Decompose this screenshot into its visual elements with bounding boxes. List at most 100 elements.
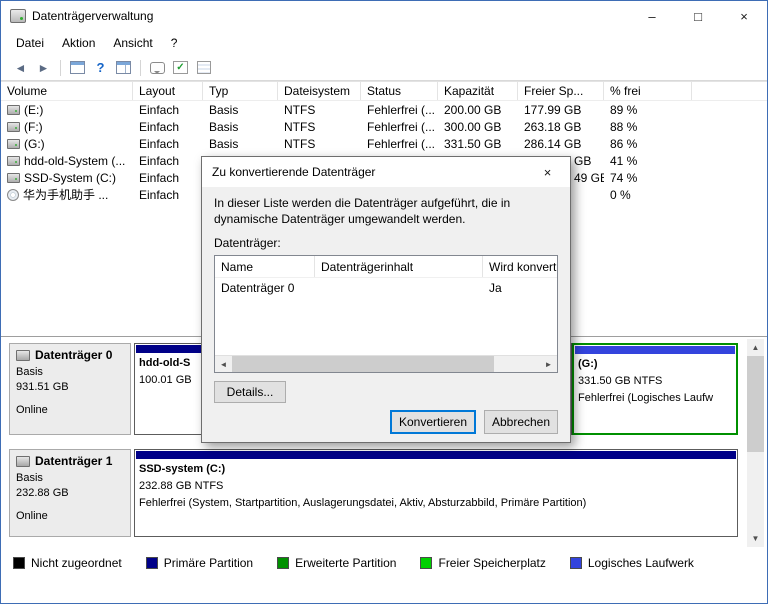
volume-name: (G:) <box>24 136 45 151</box>
window-title: Datenträgerverwaltung <box>32 9 154 23</box>
menu-help[interactable]: ? <box>162 32 187 54</box>
column-header-kapazitaet[interactable]: Kapazität <box>438 82 518 100</box>
titlebar: Datenträgerverwaltung – □ × <box>1 1 767 31</box>
drive-icon <box>16 349 30 361</box>
disk-size: 931.51 GB <box>16 381 69 393</box>
column-header-freier-speicher[interactable]: Freier Sp... <box>518 82 604 100</box>
volume-name: 华为手机助手 ... <box>23 188 109 202</box>
volume-cell: (G:) <box>1 135 133 152</box>
column-header-prozent-frei[interactable]: % frei <box>604 82 692 100</box>
column-header-dateisystem[interactable]: Dateisystem <box>278 82 361 100</box>
logical-drive-swatch <box>569 557 582 569</box>
dialog-row-converted: Ja <box>489 281 502 295</box>
freier-speicher-cell: 177.99 GB <box>524 102 582 117</box>
convert-button[interactable]: Konvertieren <box>390 410 476 434</box>
show-graphic-pane-icon[interactable] <box>112 57 135 79</box>
toolbar-separator <box>60 59 61 76</box>
check-disk-icon[interactable]: ✓ <box>169 57 192 79</box>
volume-disk-icon <box>7 172 20 183</box>
dialog-footer: Konvertieren Abbrechen <box>390 410 558 434</box>
action-bubble-icon[interactable] <box>146 57 169 79</box>
scroll-down-icon[interactable]: ▼ <box>747 530 764 547</box>
kapazitaet-cell: 300.00 GB <box>444 119 502 134</box>
legend-label: Primäre Partition <box>163 556 254 570</box>
partition-ssd-system-c[interactable]: SSD-system (C:) 232.88 GB NTFS Fehlerfre… <box>134 449 738 537</box>
help-icon[interactable]: ? <box>89 57 112 79</box>
maximize-button[interactable]: □ <box>675 1 721 31</box>
extended-partition-swatch <box>277 557 290 569</box>
properties-doc-icon[interactable] <box>192 57 215 79</box>
layout-cell: Einfach <box>139 153 180 168</box>
list-pane-icon <box>70 61 85 74</box>
layout-cell: Einfach <box>139 170 180 185</box>
kapazitaet-cell: 331.50 GB <box>444 136 502 151</box>
minimize-button[interactable]: – <box>629 1 675 31</box>
volume-cell: 华为手机助手 ... <box>1 186 133 203</box>
legend-label: Logisches Laufwerk <box>587 556 694 570</box>
prozent-frei-cell: 0 % <box>610 187 631 202</box>
menu-ansicht[interactable]: Ansicht <box>104 32 161 54</box>
prozent-frei-cell: 88 % <box>610 119 638 134</box>
dialog-column-content[interactable]: Datenträgerinhalt <box>315 256 483 277</box>
convert-disks-dialog: Zu konvertierende Datenträger × In diese… <box>201 156 571 443</box>
table-row[interactable]: (E:) Einfach Basis NTFS Fehlerfrei (... … <box>1 101 767 118</box>
legend-label: Nicht zugeordnet <box>31 556 122 570</box>
details-button[interactable]: Details... <box>214 381 286 403</box>
volume-disk-icon <box>7 121 20 132</box>
scroll-right-icon[interactable]: ► <box>540 356 557 372</box>
scrollbar-thumb[interactable] <box>747 356 764 452</box>
volume-disk-icon <box>7 104 20 115</box>
scrollbar-thumb[interactable] <box>232 356 494 372</box>
volume-name: SSD-System (C:) <box>24 170 117 185</box>
column-header-layout[interactable]: Layout <box>133 82 203 100</box>
freier-speicher-cell: 286.14 GB <box>524 136 582 151</box>
dialog-column-converted[interactable]: Wird konvertie <box>483 256 557 277</box>
disks-to-convert-list: Name Datenträgerinhalt Wird konvertie Da… <box>214 255 558 373</box>
disk0-label-box[interactable]: Datenträger 0 Basis 931.51 GB Online <box>9 343 131 435</box>
dialog-close-icon[interactable]: × <box>525 157 570 187</box>
dialog-list-label: Datenträger: <box>214 236 281 250</box>
column-header-volume[interactable]: Volume <box>1 82 133 100</box>
legend-logical-drive: Logisches Laufwerk <box>569 556 694 570</box>
column-header-status[interactable]: Status <box>361 82 438 100</box>
cd-drive-icon <box>7 188 19 201</box>
forward-icon[interactable]: ► <box>32 57 55 79</box>
typ-cell: Basis <box>209 136 239 151</box>
back-icon[interactable]: ◄ <box>9 57 32 79</box>
dialog-column-name[interactable]: Name <box>215 256 315 277</box>
partition-size: 232.88 GB NTFS <box>139 480 224 492</box>
logical-drive-strip <box>575 346 735 354</box>
typ-cell: Basis <box>209 119 239 134</box>
disk1-label-box[interactable]: Datenträger 1 Basis 232.88 GB Online <box>9 449 131 537</box>
dialog-row-name: Datenträger 0 <box>221 281 295 295</box>
cancel-button[interactable]: Abbrechen <box>484 410 558 434</box>
show-list-pane-icon[interactable] <box>66 57 89 79</box>
drive-icon <box>16 455 30 467</box>
partition-g-logical[interactable]: (G:) 331.50 GB NTFS Fehlerfrei (Logische… <box>572 343 738 435</box>
legend-unallocated: Nicht zugeordnet <box>13 556 122 570</box>
disk-type: Basis <box>16 472 43 484</box>
volume-list-header: Volume Layout Typ Dateisystem Status Kap… <box>1 82 767 101</box>
legend-primary-partition: Primäre Partition <box>145 556 254 570</box>
disk-management-window: Datenträgerverwaltung – □ × Datei Aktion… <box>0 0 768 604</box>
close-button[interactable]: × <box>721 1 767 31</box>
prozent-frei-cell: 74 % <box>610 170 638 185</box>
scroll-left-icon[interactable]: ◄ <box>215 356 232 372</box>
legend-label: Erweiterte Partition <box>295 556 397 570</box>
column-header-typ[interactable]: Typ <box>203 82 278 100</box>
primary-partition-strip <box>136 451 736 459</box>
window-controls: – □ × <box>629 1 767 31</box>
vertical-scrollbar[interactable]: ▲ ▼ <box>747 339 764 547</box>
menu-aktion[interactable]: Aktion <box>53 32 104 54</box>
scroll-up-icon[interactable]: ▲ <box>747 339 764 356</box>
dialog-titlebar: Zu konvertierende Datenträger × <box>202 157 570 187</box>
volume-cell: (F:) <box>1 118 133 135</box>
volume-disk-icon <box>7 155 20 166</box>
menu-datei[interactable]: Datei <box>7 32 53 54</box>
horizontal-scrollbar[interactable]: ◄ ► <box>215 355 557 372</box>
table-row[interactable]: (G:) Einfach Basis NTFS Fehlerfrei (... … <box>1 135 767 152</box>
table-row[interactable]: (F:) Einfach Basis NTFS Fehlerfrei (... … <box>1 118 767 135</box>
list-item[interactable]: Datenträger 0 Ja <box>215 278 557 298</box>
disk-name: Datenträger 1 <box>35 454 113 468</box>
dialog-message: In dieser Liste werden die Datenträger a… <box>214 196 511 226</box>
